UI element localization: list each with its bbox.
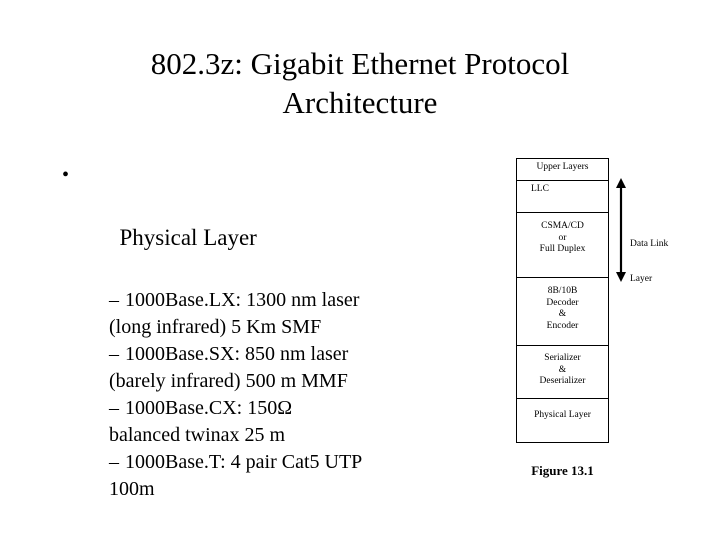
stack-box-label: LLC bbox=[531, 184, 549, 194]
bullet-sublist: – 1000Base.LX: 1300 nm laser (long infra… bbox=[56, 287, 496, 503]
stack-box-serializer-deserializer: Serializer & Deserializer bbox=[516, 345, 609, 398]
list-item-line-2: balanced twinax 25 m bbox=[109, 424, 286, 446]
list-item: – 1000Base.LX: 1300 nm laser (long infra… bbox=[56, 287, 496, 341]
protocol-stack-diagram: Upper Layers LLC CSMA/CD or Full Duplex … bbox=[516, 158, 609, 443]
bullet-dash-icon: – bbox=[109, 343, 119, 365]
stack-box-physical-layer: Physical Layer bbox=[516, 398, 609, 443]
list-item: – 1000Base.CX: 150Ω balanced twinax 25 m bbox=[56, 395, 496, 449]
list-item-line-1: 1000Base.T: 4 pair Cat5 UTP bbox=[125, 451, 363, 473]
stack-box-label-line-3: Full Duplex bbox=[539, 244, 586, 254]
bullet-dot-icon: • bbox=[62, 164, 70, 186]
stack-box-label-line-1: 8B/10B bbox=[547, 286, 578, 296]
stack-box-upper-layers: Upper Layers bbox=[516, 158, 609, 180]
stack-box-label-line-1: Serializer bbox=[544, 353, 581, 363]
stack-box-label-line-1: CSMA/CD bbox=[541, 221, 584, 231]
bullet-level1-physical-layer: • Physical Layer bbox=[56, 160, 496, 284]
stack-box-llc: LLC bbox=[516, 180, 609, 212]
stack-box-csma-cd: CSMA/CD or Full Duplex bbox=[516, 212, 609, 277]
slide-canvas: 802.3z: Gigabit Ethernet Protocol Archit… bbox=[0, 0, 720, 540]
page-title: 802.3z: Gigabit Ethernet Protocol Archit… bbox=[30, 44, 690, 122]
data-link-layer-span-arrow-icon bbox=[613, 178, 629, 282]
list-item-line-1: 1000Base.LX: 1300 nm laser bbox=[125, 289, 360, 311]
stack-box-label: Upper Layers bbox=[536, 162, 589, 172]
list-item-line-2: 100m bbox=[109, 478, 155, 500]
title-line-1: 802.3z: Gigabit Ethernet Protocol bbox=[150, 46, 570, 81]
bullet-dash-icon: – bbox=[109, 289, 119, 311]
stack-box-label-line-3: Deserializer bbox=[539, 376, 586, 386]
figure-caption: Figure 13.1 bbox=[531, 463, 594, 478]
list-item-line-1: 1000Base.SX: 850 nm laser bbox=[125, 343, 349, 365]
bullet-dash-icon: – bbox=[109, 397, 119, 419]
bullet-content: • Physical Layer – 1000Base.LX: 1300 nm … bbox=[56, 160, 496, 503]
stack-box-label-line-2: or bbox=[558, 232, 567, 243]
data-link-layer-label: Data Link Layer bbox=[630, 216, 690, 308]
stack-box-label-line-2: & bbox=[558, 364, 567, 375]
bullet-dash-icon: – bbox=[109, 451, 119, 473]
list-item-line-1: 1000Base.CX: 150Ω bbox=[125, 397, 293, 419]
title-line-2: Architecture bbox=[282, 85, 438, 120]
stack-box-label-line-2: Decoder bbox=[546, 297, 579, 308]
stack-box-label: Physical Layer bbox=[534, 410, 591, 420]
list-item: – 1000Base.SX: 850 nm laser (barely infr… bbox=[56, 341, 496, 395]
stack-box-label-line-4: Encoder bbox=[546, 320, 579, 331]
list-item-line-2: (barely infrared) 500 m MMF bbox=[109, 370, 348, 392]
arrow-label-line-2: Layer bbox=[630, 273, 653, 284]
stack-box-label-line-3: & bbox=[558, 309, 567, 319]
list-item-line-2: (long infrared) 5 Km SMF bbox=[109, 316, 322, 338]
bullet-level1-label: Physical Layer bbox=[119, 225, 257, 250]
arrow-label-line-1: Data Link bbox=[630, 239, 669, 249]
stack-box-8b10b-decoder-encoder: 8B/10B Decoder & Encoder bbox=[516, 277, 609, 345]
list-item: – 1000Base.T: 4 pair Cat5 UTP 100m bbox=[56, 449, 496, 503]
